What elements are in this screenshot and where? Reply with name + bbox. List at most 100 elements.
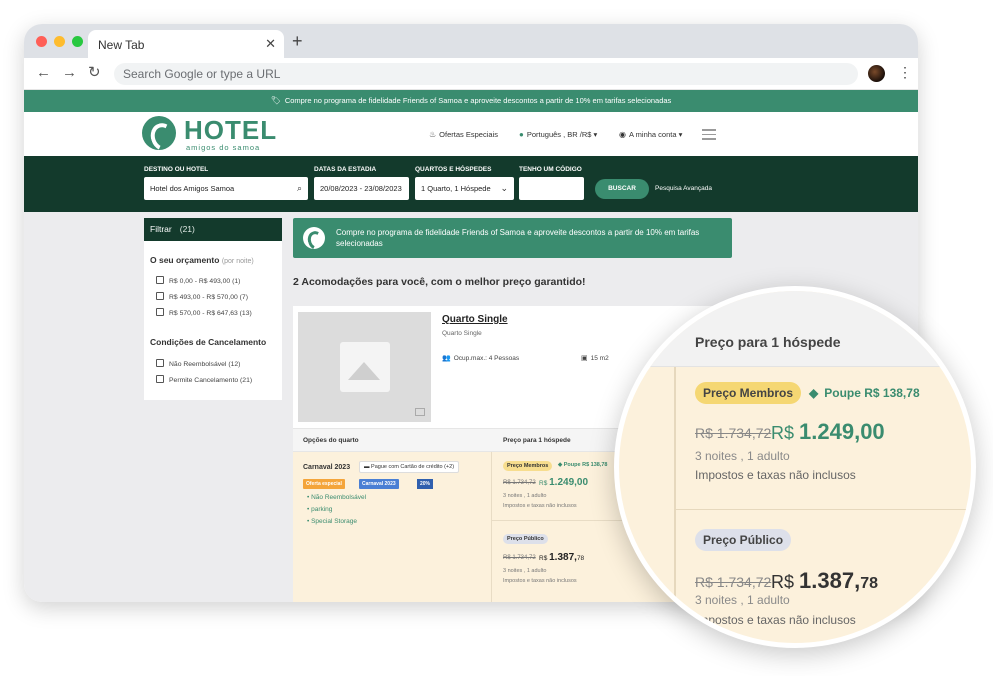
rate-name: Carnaval 2023 [303,464,351,471]
options-header-label: Opções do quarto [303,437,359,444]
zoom-members-taxes: Impostos e taxas não inclusos [695,468,856,482]
public-old-price: R$ 1.734,72 [503,555,536,561]
promo-code-label: TENHO UM CÓDIGO [519,166,582,173]
members-old-price: R$ 1.734,72 [503,480,536,486]
search-bar: DESTINO OU HOTEL Hotel dos Amigos Samoa … [24,156,918,212]
account-menu[interactable]: ◉ A minha conta ▾ [619,130,682,139]
hamburger-menu-icon[interactable] [702,129,716,143]
room-size: ▣ 15 m2 [581,355,609,362]
savings-label: ◆ Poupe R$ 138,78 [558,462,608,468]
zoom-public-pill: Preço Público [695,529,792,551]
zoom-public-stay: 3 noites , 1 adulto [695,593,790,607]
image-placeholder-icon [340,342,390,392]
public-taxes-info: Impostos e taxas não inclusos [503,578,577,584]
room-name-link[interactable]: Quarto Single [442,314,508,325]
maximize-window-button[interactable] [72,36,83,47]
budget-option[interactable]: R$ 493,00 - R$ 570,00 (7) [156,292,248,302]
public-stay-info: 3 noites , 1 adulto [503,568,547,574]
credit-card-badge[interactable]: ▬ Pague com Cartão de crédito (+2) [359,461,460,473]
gallery-icon[interactable] [415,408,425,416]
zoom-public-taxes: Impostos e taxas não inclusos [695,613,856,627]
new-tab-button[interactable]: + [292,32,303,50]
public-price[interactable]: R$ 1.387,78 [539,552,584,563]
address-bar[interactable] [114,63,858,85]
search-icon[interactable]: ⌕ [297,177,302,200]
dates-label: DATAS DA ESTADIA [314,166,377,173]
tag-icon: ◆ [809,386,819,400]
hotel-logo-icon[interactable] [142,116,176,150]
promo-banner-text: Compre no programa de fidelidade Friends… [336,228,700,248]
close-window-button[interactable] [36,36,47,47]
cancellation-option[interactable]: Não Reembolsável (12) [156,359,240,369]
filter-sidebar: Filtrar (21) O seu orçamento (por noite) … [144,218,282,400]
rate-feature: • parking [307,506,333,513]
language-selector[interactable]: ● Português , BR /R$ ▾ [519,130,597,139]
zoom-members-price: R$ 1.249,00 [771,419,885,444]
site-header: HOTEL amigos do samoa ♨ Ofertas Especiais… [24,112,918,156]
price-magnifier: Preço para 1 hóspede Preço Membros ◆ Poup… [614,286,976,648]
forward-arrow-icon[interactable]: → [62,65,77,81]
tab-close-icon[interactable]: ✕ [265,36,276,52]
budget-filter-title: O seu orçamento (por noite) [150,255,254,265]
people-icon: 👥 [442,355,451,362]
zoom-members-stay: 3 noites , 1 adulto [695,449,790,463]
room-subtitle: Quarto Single [442,330,482,337]
public-price-pill: Preço Público [503,534,548,544]
tag-icon: 🏷 [270,96,281,105]
reload-icon[interactable]: ↻ [88,65,101,81]
minimize-window-button[interactable] [54,36,65,47]
globe-icon: ● [519,130,524,139]
advanced-search-link[interactable]: Pesquisa Avançada [655,185,712,192]
zoom-savings-label: ◆ Poupe R$ 138,78 [809,386,920,400]
zoom-public-price: R$ 1.387,78 [771,568,878,593]
zoom-header-label: Preço para 1 hóspede [695,334,841,350]
rooms-guests-select[interactable]: 1 Quarto, 1 Hóspede ⌄ [415,177,514,200]
room-photo[interactable] [298,312,431,422]
tab-title: New Tab [98,38,145,52]
dates-input[interactable]: 20/08/2023 - 23/08/2023 [314,177,409,200]
members-price[interactable]: R$ 1.249,00 [539,477,588,488]
hotel-logo-icon [303,227,325,249]
zoom-members-pill: Preço Membros [695,382,802,404]
members-stay-info: 3 noites , 1 adulto [503,493,547,499]
browser-menu-icon[interactable]: ⋮ [898,63,912,81]
zoom-price-header: Preço para 1 hóspede [619,291,971,367]
results-heading: 2 Acomodações para você, com o melhor pr… [293,276,586,288]
destination-label: DESTINO OU HOTEL [144,166,209,173]
browser-toolbar: ← → ↻ ⋮ [24,58,918,90]
budget-option[interactable]: R$ 570,00 - R$ 647,63 (13) [156,308,252,318]
back-arrow-icon[interactable]: ← [36,65,51,81]
area-icon: ▣ [581,355,588,362]
profile-avatar[interactable] [868,65,885,82]
promo-bar-text: Compre no programa de fidelidade Friends… [284,96,672,105]
loyalty-promo-bar: 🏷 Compre no programa de fidelidade Friend… [24,90,918,112]
rooms-label: QUARTOS E HÓSPEDES [415,166,492,173]
cancellation-filter-title: Condições de Cancelamento [150,337,267,347]
discount-badge: 20% [417,479,434,489]
logo-subtitle: amigos do samoa [186,143,261,152]
zoom-members-old-price: R$ 1.734,72 [695,425,772,441]
rate-feature: • Special Storage [307,518,357,525]
rate-feature: • Não Reembolsável [307,494,367,501]
budget-option[interactable]: R$ 0,00 - R$ 493,00 (1) [156,276,240,286]
zoom-public-old-price: R$ 1.734,72 [695,574,772,590]
logo-text[interactable]: HOTEL [184,116,277,144]
chevron-down-icon: ⌄ [500,183,508,193]
members-taxes-info: Impostos e taxas não inclusos [503,503,577,509]
fire-icon: ♨ [429,130,437,139]
browser-tab[interactable]: New Tab ✕ [88,30,284,58]
credit-card-icon: ▬ [364,464,370,470]
room-occupancy: 👥 Ocup.max.: 4 Pessoas [442,355,520,362]
promo-code-input[interactable] [519,177,584,200]
search-button[interactable]: BUSCAR [595,179,649,199]
tab-strip: New Tab ✕ + [24,24,918,58]
price-header-label: Preço para 1 hóspede [503,437,571,444]
user-icon: ◉ [619,130,626,139]
destination-input[interactable]: Hotel dos Amigos Samoa ⌕ [144,177,308,200]
carnaval-badge: Carnaval 2023 [359,479,399,489]
cancellation-option[interactable]: Permite Cancelamento (21) [156,375,252,385]
filter-header[interactable]: Filtrar (21) [144,218,282,241]
members-price-pill: Preço Membros [503,461,553,471]
loyalty-promo-banner: Compre no programa de fidelidade Friends… [293,218,732,258]
special-offers-link[interactable]: ♨ Ofertas Especiais [429,130,498,139]
